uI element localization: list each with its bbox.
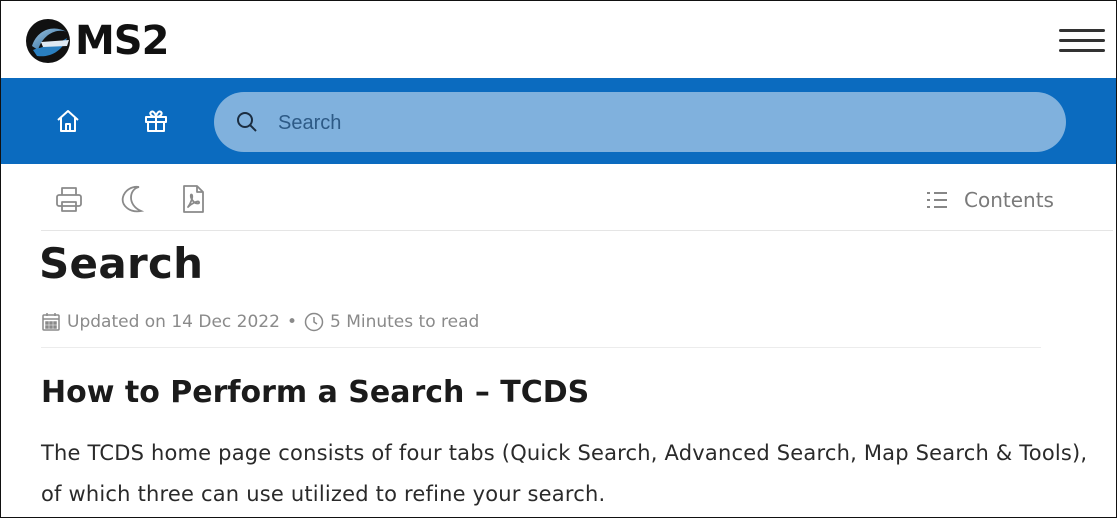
article-paragraph: The TCDS home page consists of four tabs… [41,441,1088,506]
section-heading: How to Perform a Search – TCDS [41,375,590,410]
page-title: Search [39,239,204,288]
read-time: 5 Minutes to read [329,312,480,332]
updated-date: Updated on 14 Dec 2022 [67,312,280,332]
nav-bar [1,78,1116,164]
contents-label: Contents [964,188,1054,212]
hamburger-icon[interactable] [1059,29,1105,53]
moon-icon[interactable] [117,183,149,215]
article-toolbar: Contents [1,164,1116,230]
contents-button[interactable]: Contents [926,188,1054,212]
search-bar[interactable] [214,92,1066,152]
meta-separator: • [286,312,297,332]
print-icon[interactable] [53,183,85,215]
pdf-icon[interactable] [177,183,209,215]
article-meta: Updated on 14 Dec 2022 • 5 Minutes to re… [41,312,479,332]
home-icon[interactable] [55,108,81,134]
search-icon [237,112,257,132]
gift-icon[interactable] [143,108,169,134]
list-icon [927,192,947,208]
brand-name: MS2 [75,18,169,64]
site-header: MS2 [1,1,1116,78]
page-frame: MS2 Search Contents Search Updated on 14… [0,0,1117,518]
logo-icon [26,19,70,63]
search-input[interactable] [276,107,1040,139]
clock-icon [304,312,324,332]
calendar-icon [42,313,60,331]
brand-logo[interactable]: MS2 [23,15,169,67]
divider [41,347,1041,348]
divider [41,230,1113,231]
